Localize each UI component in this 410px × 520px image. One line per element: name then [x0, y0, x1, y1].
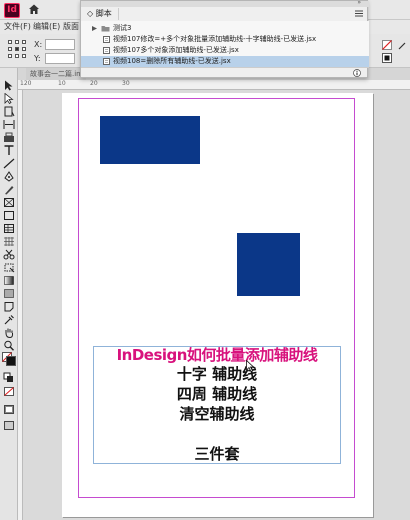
- zoom-tool-icon[interactable]: [3, 340, 15, 351]
- y-label: Y:: [34, 54, 41, 63]
- horizontal-ruler: 120 10 20 30: [18, 80, 410, 90]
- indesign-logo: Id: [4, 3, 20, 18]
- text-line-cross-guides: 十字 辅助线: [176, 365, 258, 383]
- mouse-cursor-icon: [246, 360, 254, 372]
- list-item[interactable]: 视频107多个对象添加辅助线-已发送.jsx: [81, 45, 369, 56]
- collapse-panel-icon[interactable]: »: [357, 0, 361, 6]
- list-item[interactable]: 测试3: [81, 23, 369, 34]
- preview-mode-icon[interactable]: [3, 420, 15, 431]
- gradient-feather-tool-icon[interactable]: [3, 288, 15, 299]
- scissors-tool-icon[interactable]: [3, 249, 15, 260]
- ref-point[interactable]: [8, 40, 12, 44]
- ruler-tick: 120: [20, 80, 32, 87]
- text-line-border-guides: 四周 辅助线: [176, 385, 258, 403]
- panel-header: ◇ 脚本: [81, 7, 369, 21]
- ref-point[interactable]: [15, 54, 19, 58]
- document-tab[interactable]: 故事会一二篇.indd: [26, 68, 86, 80]
- pencil-tool-icon[interactable]: [3, 184, 15, 195]
- list-item[interactable]: 视频107修改=+多个对象批量添加辅助线-十字辅助线-已发送.jsx: [81, 34, 369, 45]
- folder-icon: [101, 26, 110, 32]
- ruler-tick: 20: [90, 80, 98, 87]
- table-tool-icon[interactable]: [3, 223, 15, 234]
- y-field[interactable]: [45, 53, 75, 64]
- type-tool-icon[interactable]: [3, 145, 15, 156]
- disclosure-triangle-icon[interactable]: [91, 25, 98, 32]
- home-icon[interactable]: [28, 3, 40, 15]
- ref-point[interactable]: [22, 40, 26, 44]
- blue-rectangle-middle[interactable]: [237, 233, 300, 296]
- x-field[interactable]: [45, 39, 75, 50]
- menu-edit[interactable]: 编辑(E): [33, 21, 60, 32]
- default-fill-stroke-icon[interactable]: [3, 372, 15, 383]
- list-item-label: 视频108=删除所有辅助线-已发送.jsx: [113, 57, 231, 65]
- rectangle-tool-icon[interactable]: [3, 210, 15, 221]
- direct-selection-tool-icon[interactable]: [3, 93, 15, 104]
- eyedropper-tool-icon[interactable]: [3, 314, 15, 325]
- rectangle-frame-tool-icon[interactable]: [3, 197, 15, 208]
- fill-swatch-icon[interactable]: [382, 53, 392, 63]
- gradient-swatch-tool-icon[interactable]: [3, 275, 15, 286]
- ruler-tick: 10: [58, 80, 66, 87]
- page-tool-icon[interactable]: [3, 106, 15, 117]
- page-headline: InDesign如何批量添加辅助线: [116, 346, 318, 364]
- chevron-icon: ◇: [87, 9, 96, 18]
- gap-tool-icon[interactable]: [3, 119, 15, 130]
- list-item-label: 视频107修改=+多个对象批量添加辅助线-十字辅助线-已发送.jsx: [113, 35, 317, 43]
- ref-point[interactable]: [8, 47, 12, 51]
- menu-layout[interactable]: 版面: [63, 21, 79, 32]
- reference-point-selector[interactable]: [8, 40, 26, 58]
- ruler-tick: 30: [122, 80, 130, 87]
- free-transform-tool-icon[interactable]: [3, 262, 15, 273]
- content-collector-icon[interactable]: [3, 132, 15, 143]
- list-item-selected[interactable]: 视频108=删除所有辅助线-已发送.jsx: [81, 56, 369, 67]
- ref-point[interactable]: [22, 47, 26, 51]
- scripts-tab-label: 脚本: [95, 9, 112, 18]
- blue-rectangle-top[interactable]: [100, 116, 200, 164]
- text-line-three-piece: 三件套: [194, 445, 240, 463]
- text-line-clear-guides: 清空辅助线: [179, 405, 255, 423]
- screen-mode-icon[interactable]: [3, 404, 15, 415]
- list-item-label: 测试3: [113, 24, 132, 32]
- ref-point[interactable]: [8, 54, 12, 58]
- script-file-icon: [103, 58, 110, 65]
- ref-point[interactable]: [22, 54, 26, 58]
- pen-tool-icon[interactable]: [3, 171, 15, 182]
- panel-footer: [81, 67, 369, 78]
- scripts-list: 测试3 视频107修改=+多个对象批量添加辅助线-十字辅助线-已发送.jsx 视…: [81, 21, 369, 67]
- info-icon[interactable]: [353, 69, 361, 77]
- hand-tool-icon[interactable]: [3, 327, 15, 338]
- script-file-icon: [103, 36, 110, 43]
- list-item-label: 视频107多个对象添加辅助线-已发送.jsx: [113, 46, 239, 54]
- apply-none-icon[interactable]: [3, 386, 15, 397]
- x-label: X:: [34, 40, 43, 49]
- menu-file[interactable]: 文件(F): [4, 21, 31, 32]
- panel-menu-icon[interactable]: [355, 10, 363, 17]
- note-tool-icon[interactable]: [3, 301, 15, 312]
- selection-tool-icon[interactable]: [3, 80, 15, 91]
- line-tool-icon[interactable]: [3, 158, 15, 169]
- apply-color-icon[interactable]: [398, 42, 406, 50]
- scripts-panel: » ◇ 脚本 测试3 视频107修改=+多个对象批量添加辅助线-十字辅助线-已发…: [80, 0, 369, 78]
- ref-point[interactable]: [15, 40, 19, 44]
- ref-point[interactable]: [15, 47, 19, 51]
- grid-tool-icon[interactable]: [3, 236, 15, 247]
- stroke-none-icon[interactable]: [382, 40, 392, 50]
- fill-stroke-swatch-icon[interactable]: [2, 352, 16, 366]
- script-file-icon: [103, 47, 110, 54]
- tab-scripts[interactable]: ◇ 脚本: [85, 8, 119, 20]
